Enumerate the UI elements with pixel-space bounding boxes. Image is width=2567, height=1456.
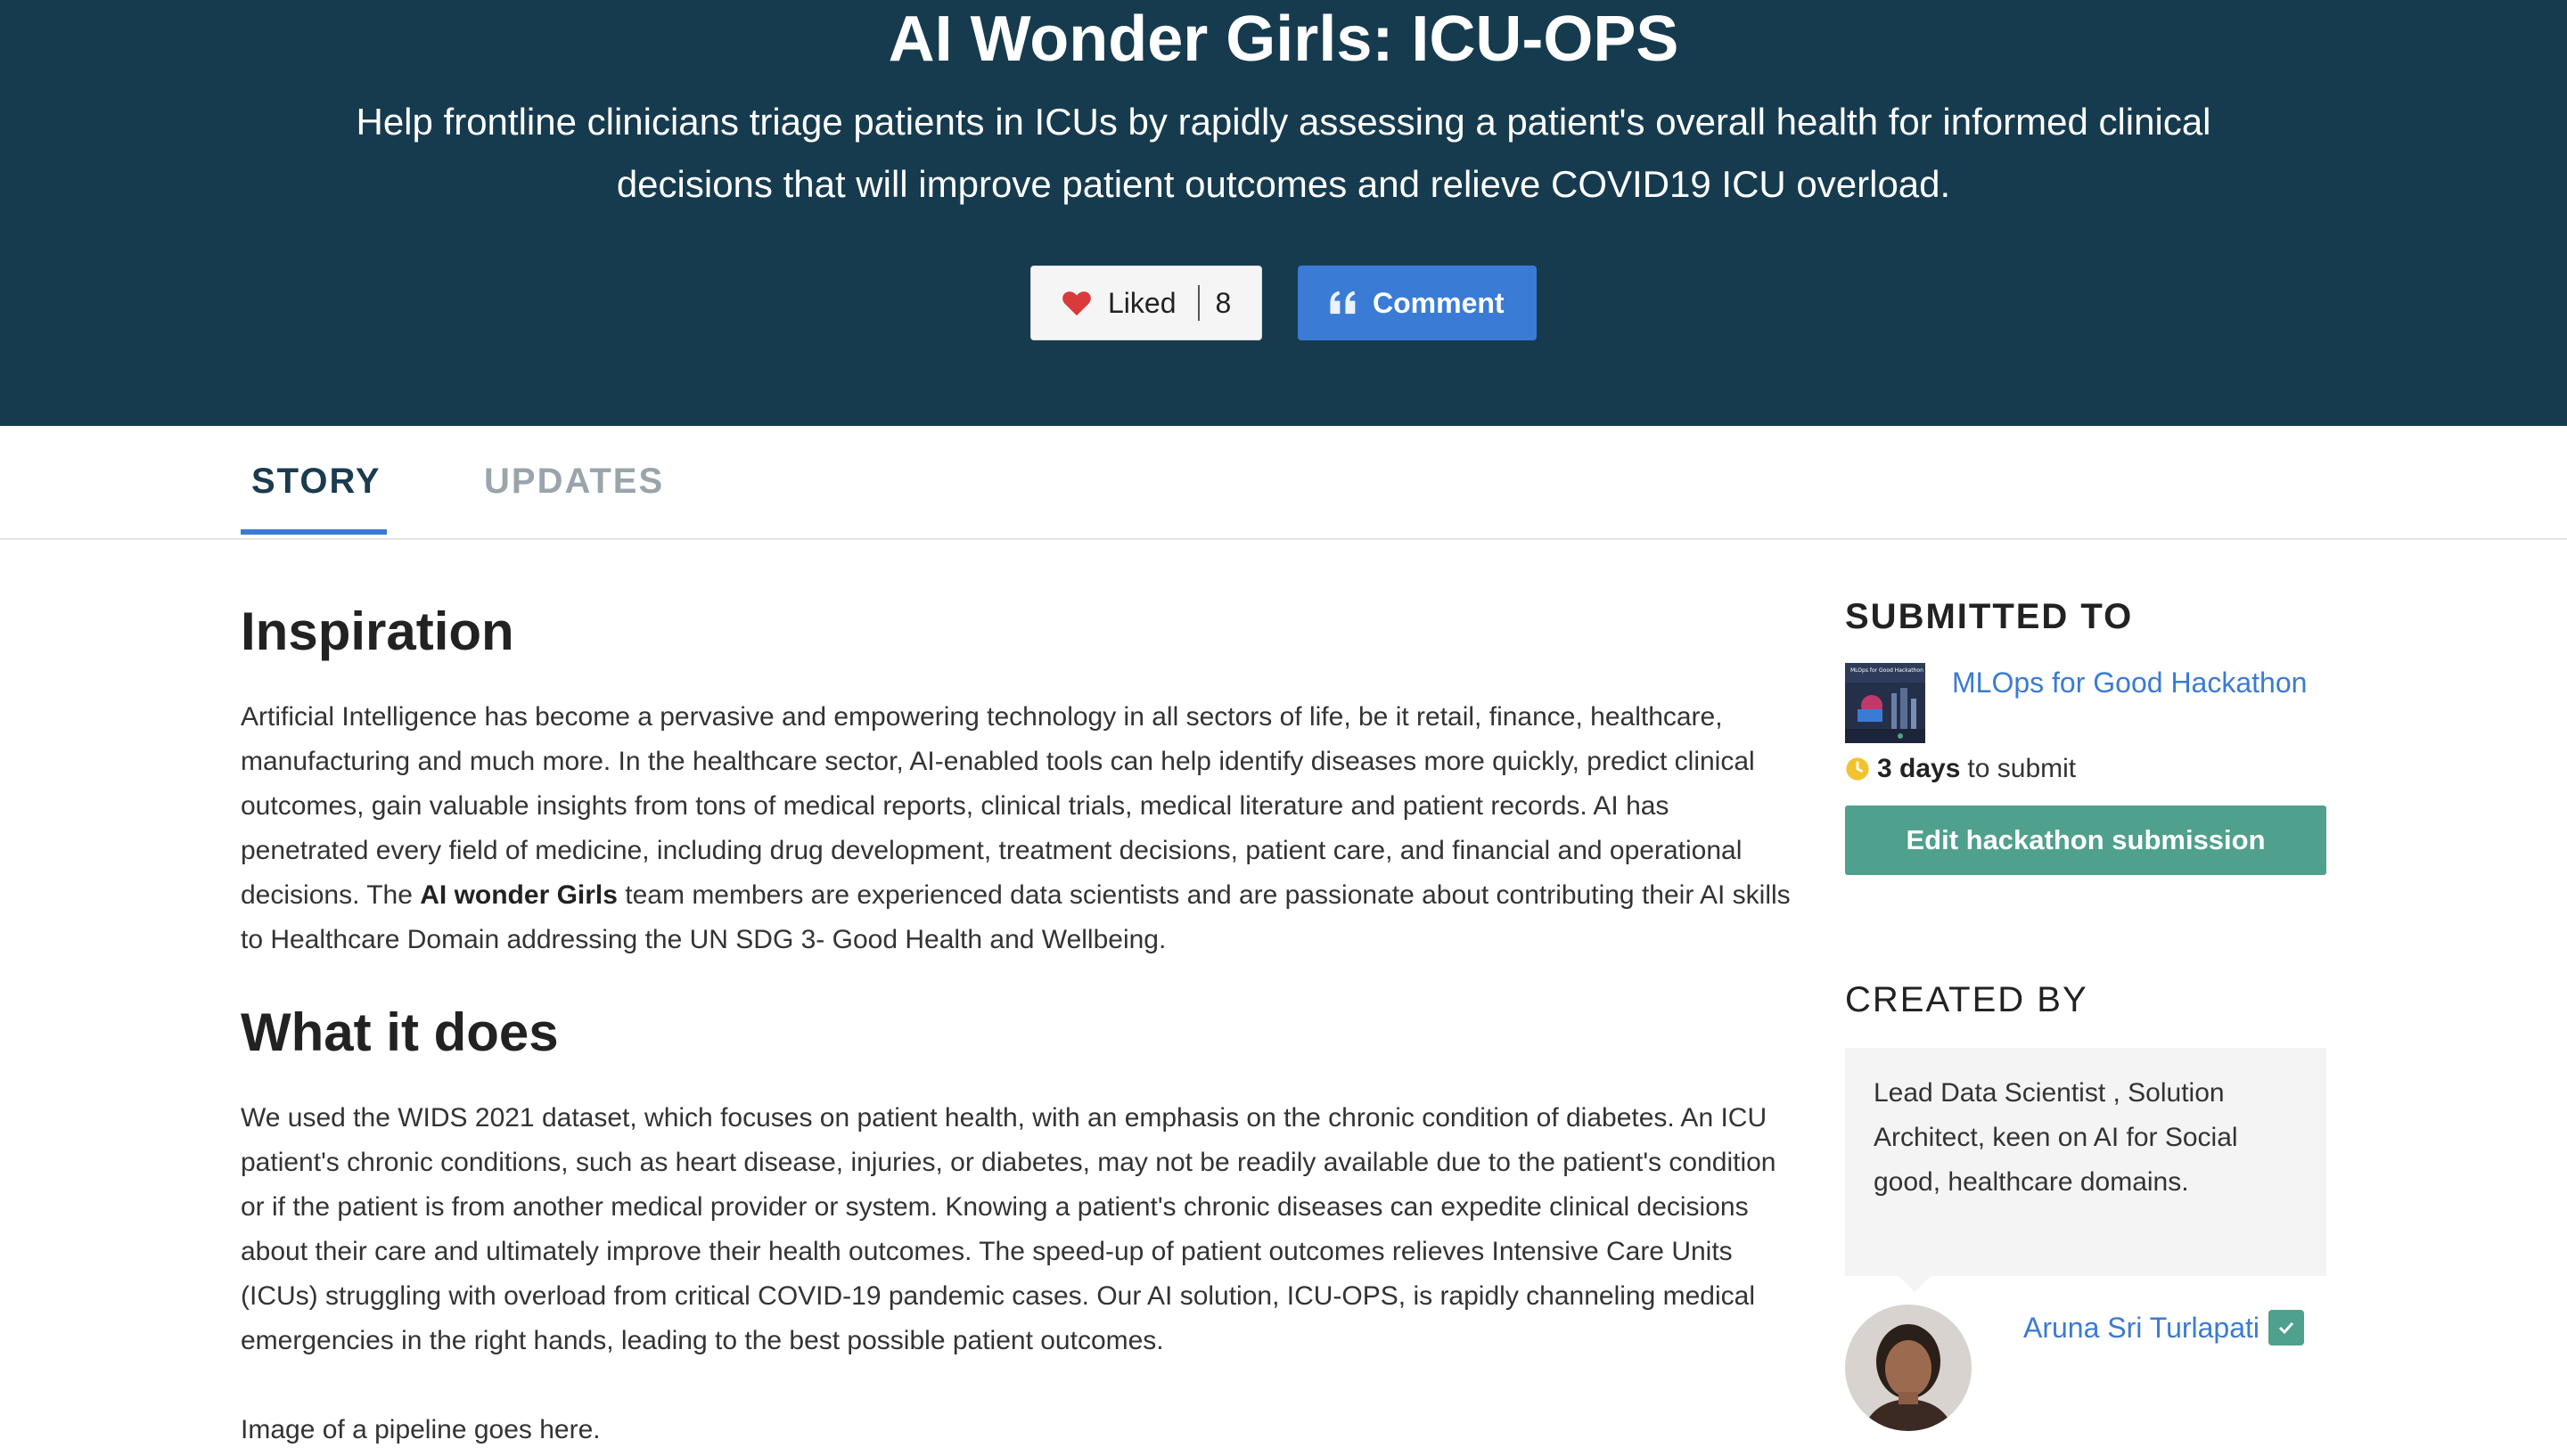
tagline-line-1: Help frontline clinicians triage patient… xyxy=(356,101,2211,143)
quote-icon xyxy=(1330,290,1356,315)
what-it-does-heading: What it does xyxy=(241,1002,559,1062)
hackathon-thumbnail[interactable]: MLOps for Good Hackathon xyxy=(1845,663,1925,743)
clock-icon xyxy=(1846,757,1869,781)
pipeline-placeholder-text: Image of a pipeline goes here. xyxy=(241,1415,601,1444)
deadline-days: 3 days xyxy=(1877,754,1961,783)
submitted-to-heading: SUBMITTED TO xyxy=(1845,597,2134,636)
heart-icon xyxy=(1062,291,1091,316)
team-name-bold: AI wonder Girls xyxy=(420,880,618,910)
like-count: 8 xyxy=(1215,286,1232,319)
hackathon-thumb-text: MLOps for Good Hackathon xyxy=(1850,667,1923,674)
creator-name-link[interactable]: Aruna Sri Turlapati xyxy=(2023,1312,2259,1345)
edit-submission-button[interactable]: Edit hackathon submission xyxy=(1845,806,2326,875)
tab-story[interactable]: STORY xyxy=(251,462,381,502)
inspiration-heading: Inspiration xyxy=(241,601,514,661)
comment-button[interactable]: Comment xyxy=(1298,266,1537,340)
active-tab-indicator xyxy=(241,529,387,535)
deadline-text: to submit xyxy=(1967,754,2077,783)
hero-actions: Liked 8 Comment xyxy=(0,266,2567,340)
like-button[interactable]: Liked 8 xyxy=(1030,266,1262,340)
check-icon xyxy=(2268,1310,2305,1346)
project-title: AI Wonder Girls: ICU-OPS xyxy=(888,4,1679,75)
inspiration-paragraph: Artificial Intelligence has become a per… xyxy=(241,695,1792,962)
tagline-line-2: decisions that will improve patient outc… xyxy=(616,163,1951,205)
avatar[interactable] xyxy=(1845,1305,1972,1431)
like-label: Liked xyxy=(1108,286,1177,319)
hackathon-link[interactable]: MLOps for Good Hackathon xyxy=(1952,667,2307,699)
tab-updates[interactable]: UPDATES xyxy=(484,462,664,502)
creator-name-row: Aruna Sri Turlapati xyxy=(2023,1310,2305,1346)
comment-label: Comment xyxy=(1373,286,1505,319)
project-hero: AI Wonder Girls: ICU-OPS Help frontline … xyxy=(0,0,2567,426)
like-divider xyxy=(1197,285,1200,321)
project-tabs: STORY UPDATES xyxy=(0,426,2567,540)
creator-bio: Lead Data Scientist , Solution Architect… xyxy=(1845,1048,2326,1276)
what-it-does-paragraph: We used the WIDS 2021 dataset, which foc… xyxy=(241,1103,1776,1355)
project-tagline: Help frontline clinicians triage patient… xyxy=(267,91,2300,216)
bio-pointer xyxy=(1899,1276,1931,1292)
inspiration-text-1: Artificial Intelligence has become a per… xyxy=(241,702,1755,910)
created-by-heading: CREATED BY xyxy=(1845,980,2088,1019)
submission-deadline: 3 days to submit xyxy=(1845,754,2076,784)
